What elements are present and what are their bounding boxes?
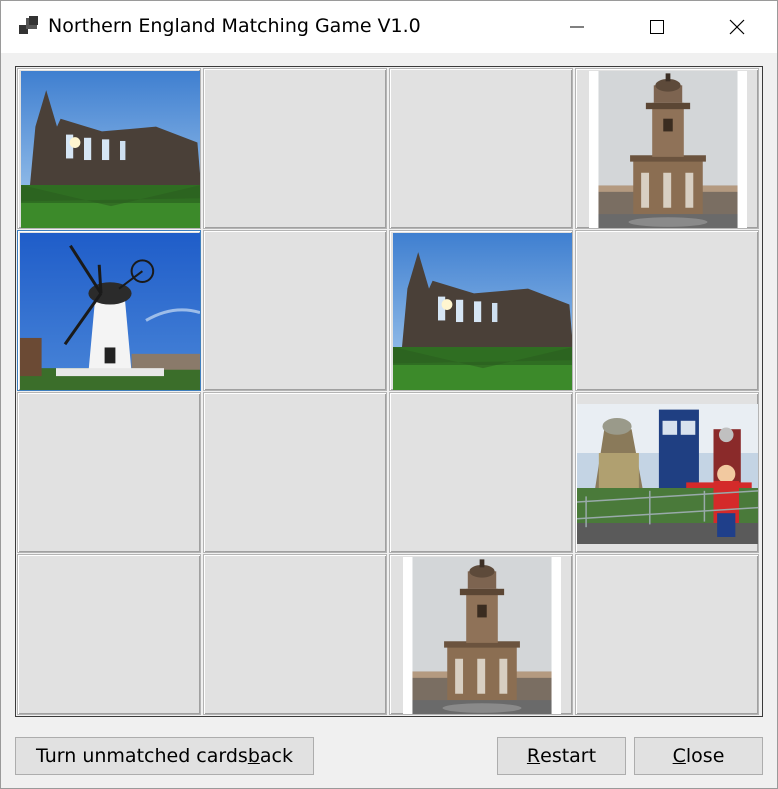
card-picture (20, 233, 200, 390)
card-face-up[interactable] (17, 230, 201, 391)
lighthouse-image (589, 71, 747, 228)
card-picture (403, 557, 561, 714)
card-face-down[interactable] (203, 230, 387, 391)
game-window: Northern England Matching Game V1.0 Turn… (0, 0, 778, 789)
minimize-icon (570, 26, 584, 28)
card-picture (21, 71, 200, 228)
abbey-ruins-image (21, 71, 200, 228)
card-picture (589, 71, 747, 228)
card-face-down[interactable] (389, 392, 573, 553)
card-picture (577, 404, 758, 544)
window-title: Northern England Matching Game V1.0 (48, 15, 421, 37)
close-button[interactable]: Close (634, 737, 763, 775)
card-face-up[interactable] (389, 230, 573, 391)
close-icon (729, 19, 745, 35)
turn-back-label-mnemonic: b (247, 745, 260, 767)
card-face-down[interactable] (203, 68, 387, 229)
card-face-up[interactable] (575, 68, 759, 229)
card-face-down[interactable] (203, 392, 387, 553)
maximize-icon (650, 20, 664, 34)
abbey-ruins-image (393, 233, 572, 390)
close-label-mnemonic: C (672, 745, 686, 767)
card-grid (15, 66, 763, 717)
daleks-tardis-image (577, 404, 758, 544)
turn-unmatched-back-button[interactable]: Turn unmatched cards b ack (15, 737, 314, 775)
app-icon (19, 16, 38, 34)
turn-back-label-post: ack (259, 745, 293, 767)
card-face-down[interactable] (389, 68, 573, 229)
close-window-button[interactable] (697, 1, 777, 53)
lighthouse-image (403, 557, 561, 714)
card-face-down[interactable] (575, 554, 759, 715)
turn-back-label-pre: Turn unmatched cards (36, 745, 248, 767)
restart-button[interactable]: Restart (497, 737, 626, 775)
card-face-down[interactable] (17, 392, 201, 553)
title-bar[interactable]: Northern England Matching Game V1.0 (1, 1, 777, 53)
maximize-button[interactable] (617, 1, 697, 53)
card-face-up[interactable] (17, 68, 201, 229)
close-label-post: lose (685, 745, 725, 767)
windmill-image (20, 233, 200, 390)
card-face-down[interactable] (17, 554, 201, 715)
card-face-up[interactable] (575, 392, 759, 553)
minimize-button[interactable] (537, 1, 617, 53)
card-face-down[interactable] (203, 554, 387, 715)
card-picture (393, 233, 572, 390)
restart-label-post: estart (540, 745, 597, 767)
card-face-down[interactable] (575, 230, 759, 391)
restart-label-mnemonic: R (526, 745, 541, 767)
card-face-up[interactable] (389, 554, 573, 715)
